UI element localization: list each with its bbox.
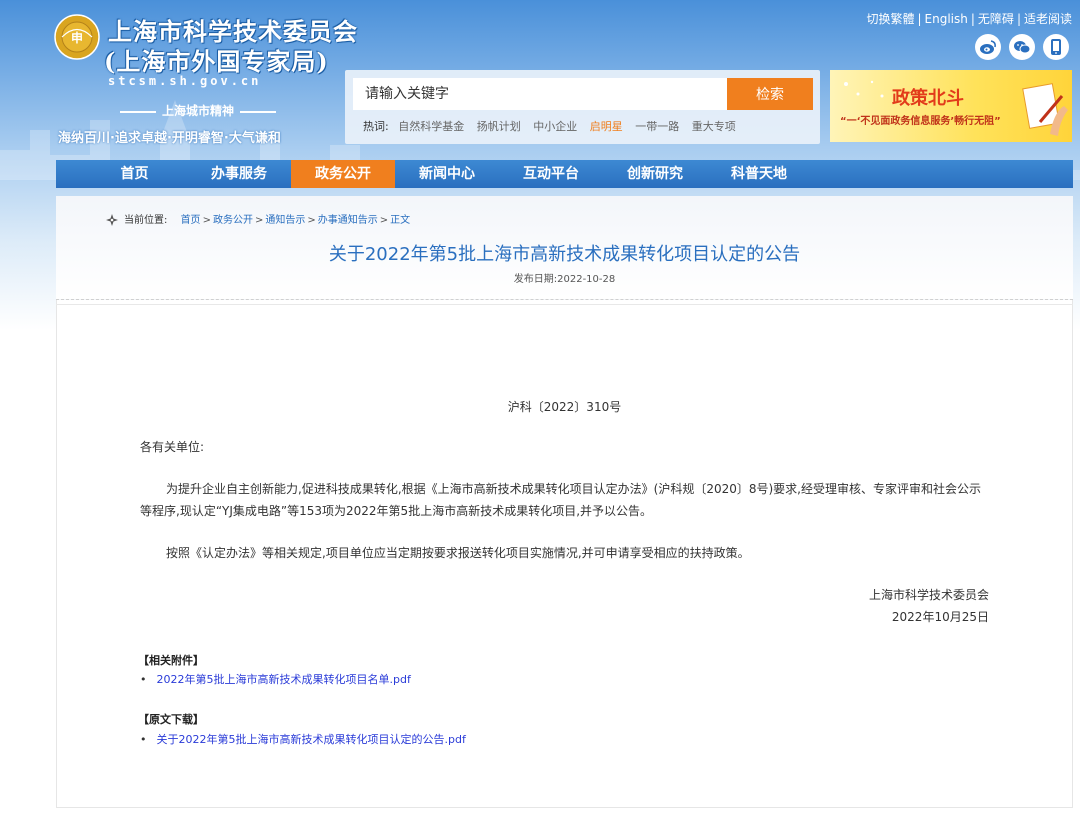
attachment-link[interactable]: • 2022年第5批上海市高新技术成果转化项目名单.pdf bbox=[140, 671, 411, 687]
download-link-text: 关于2022年第5批上海市高新技术成果转化项目认定的公告.pdf bbox=[156, 733, 466, 746]
site-subtitle: (上海市外国专家局) bbox=[104, 47, 329, 76]
nav-home[interactable]: 首页 bbox=[56, 160, 187, 188]
attachments-heading: 【相关附件】 bbox=[138, 654, 204, 667]
breadcrumb-item[interactable]: 首页 bbox=[181, 215, 201, 226]
elderly-reading-link[interactable]: 适老阅读 bbox=[1024, 12, 1072, 26]
hot-words: 热词: 自然科学基金 扬帆计划 中小企业 启明星 一带一路 重大专项 bbox=[363, 118, 745, 134]
separator: | bbox=[1016, 12, 1021, 26]
english-link[interactable]: English bbox=[925, 12, 968, 26]
publish-date: 发布日期:2022-10-28 bbox=[513, 274, 616, 285]
signature-date: 2022年10月25日 bbox=[891, 610, 989, 624]
location-icon bbox=[106, 214, 118, 226]
separator: | bbox=[917, 12, 922, 26]
nav-news-center[interactable]: 新闻中心 bbox=[395, 160, 499, 188]
body-paragraph: 为提升企业自主创新能力,促进科技成果转化,根据《上海市高新技术成果转化项目认定办… bbox=[140, 482, 981, 518]
hot-word-link[interactable]: 自然科学基金 bbox=[398, 120, 464, 133]
breadcrumb-separator: > bbox=[307, 215, 316, 226]
nav-government-affairs[interactable]: 政务公开 bbox=[291, 160, 395, 188]
nav-innovation-research[interactable]: 创新研究 bbox=[603, 160, 707, 188]
hot-words-label: 热词: bbox=[363, 120, 389, 133]
search-button[interactable]: 检索 bbox=[727, 78, 813, 110]
main-nav: 首页 办事服务 政务公开 新闻中心 互动平台 创新研究 科普天地 bbox=[56, 160, 1073, 188]
bullet-icon: • bbox=[140, 673, 147, 686]
nav-interaction[interactable]: 互动平台 bbox=[499, 160, 603, 188]
city-emblem-logo[interactable]: 申 bbox=[54, 14, 100, 60]
breadcrumb-separator: > bbox=[379, 215, 389, 226]
hot-word-link[interactable]: 重大专项 bbox=[692, 120, 736, 133]
bullet-icon: • bbox=[140, 733, 147, 746]
emblem-text: 申 bbox=[71, 30, 83, 45]
breadcrumb-separator: > bbox=[202, 215, 211, 226]
breadcrumb-item[interactable]: 政务公开 bbox=[213, 215, 253, 226]
weibo-icon[interactable] bbox=[975, 34, 1001, 60]
signature-organization: 上海市科学技术委员会 bbox=[868, 588, 989, 602]
nav-services[interactable]: 办事服务 bbox=[187, 160, 291, 188]
greeting: 各有关单位: bbox=[140, 440, 205, 454]
policy-beidou-banner[interactable]: 政策北斗 “一‘不见面政务信息服务’畅行无阻” bbox=[830, 70, 1072, 142]
hot-word-link[interactable]: 一带一路 bbox=[635, 120, 679, 133]
breadcrumb: 当前位置: 首页 > 政务公开 > 通知告示 > 办事通知告示 > 正文 bbox=[106, 211, 410, 226]
breadcrumb-separator: > bbox=[254, 215, 264, 226]
wechat-icon[interactable] bbox=[1009, 34, 1035, 60]
switch-traditional-link[interactable]: 切换繁體 bbox=[866, 12, 914, 26]
hot-word-link[interactable]: 扬帆计划 bbox=[477, 120, 521, 133]
article-title: 关于2022年第5批上海市高新技术成果转化项目认定的公告 bbox=[328, 244, 801, 265]
search-input[interactable] bbox=[353, 78, 727, 110]
hand-pen-icon bbox=[1022, 83, 1068, 136]
banner-title: 政策北斗 bbox=[892, 88, 964, 109]
sparkle-decoration bbox=[844, 80, 884, 98]
city-spirit-title: 上海城市精神 bbox=[108, 102, 288, 119]
nav-science-popularization[interactable]: 科普天地 bbox=[707, 160, 811, 188]
separator: | bbox=[970, 12, 975, 26]
download-heading: 【原文下载】 bbox=[138, 713, 204, 726]
mobile-icon[interactable] bbox=[1043, 34, 1069, 60]
top-links: 切换繁體 | English | 无障碍 | 适老阅读 bbox=[866, 10, 1072, 27]
banner-subtitle: “一‘不见面政务信息服务’畅行无阻” bbox=[840, 116, 1001, 127]
download-link[interactable]: • 关于2022年第5批上海市高新技术成果转化项目认定的公告.pdf bbox=[140, 731, 466, 747]
breadcrumb-item[interactable]: 通知告示 bbox=[265, 215, 305, 226]
accessibility-link[interactable]: 无障碍 bbox=[978, 12, 1014, 26]
breadcrumb-item[interactable]: 正文 bbox=[390, 215, 410, 226]
body-paragraph: 按照《认定办法》等相关规定,项目单位应当定期按要求报送转化项目实施情况,并可申请… bbox=[166, 546, 750, 560]
attachment-link-text: 2022年第5批上海市高新技术成果转化项目名单.pdf bbox=[156, 673, 411, 686]
city-spirit-text: 海纳百川·追求卓越·开明睿智·大气谦和 bbox=[58, 131, 281, 146]
document-number: 沪科〔2022〕310号 bbox=[507, 400, 622, 414]
site-url: stcsm.sh.gov.cn bbox=[108, 74, 262, 88]
breadcrumb-label: 当前位置: bbox=[124, 215, 168, 226]
divider bbox=[56, 304, 1073, 305]
hot-word-link[interactable]: 启明星 bbox=[590, 120, 623, 133]
hot-word-link[interactable]: 中小企业 bbox=[533, 120, 577, 133]
breadcrumb-item[interactable]: 办事通知告示 bbox=[318, 215, 378, 226]
